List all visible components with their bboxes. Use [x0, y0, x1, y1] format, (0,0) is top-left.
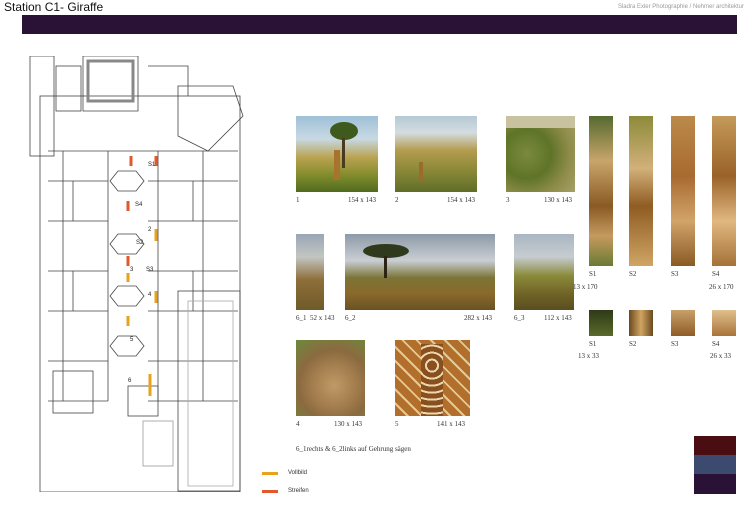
- strip-short-size-right: 26 x 33: [710, 352, 731, 360]
- marker-5: 5: [130, 337, 134, 343]
- size-6-2: 282 x 143: [464, 314, 492, 322]
- size-6-1: 52 x 143: [310, 314, 335, 322]
- caption-6-2: 6_2: [345, 314, 356, 322]
- caption-6-1: 6_1: [296, 314, 307, 322]
- photo-6-1: [296, 234, 324, 310]
- caption-5: 5: [395, 420, 399, 428]
- photo-6-3: [514, 234, 574, 310]
- strip-s2-short: [629, 310, 653, 336]
- strip-label-s4: S4: [712, 270, 720, 278]
- marker-s1: S1: [148, 162, 156, 168]
- photo-1: [296, 116, 378, 192]
- photo-credit: Sladra Exler Photographie / Nehmer archi…: [617, 4, 744, 10]
- legend-vollbild-label: Vollbild: [288, 470, 308, 476]
- size-2: 154 x 143: [447, 196, 475, 204]
- marker-3: 3: [130, 267, 134, 273]
- caption-4: 4: [296, 420, 300, 428]
- floor-plan-drawing: S1 S4 S2 S3 2 3 4 5 6: [29, 55, 244, 493]
- caption-6-3: 6_3: [514, 314, 525, 322]
- marker-s2: S2: [136, 240, 144, 246]
- caption-2: 2: [395, 196, 399, 204]
- strip-s3-tall: [671, 116, 695, 266]
- strip-label-s1-short: S1: [589, 340, 597, 348]
- marker-4: 4: [148, 292, 152, 298]
- strip-label-s4-short: S4: [712, 340, 720, 348]
- strip-s1-tall: [589, 116, 613, 266]
- swatch-slate-blue: [694, 455, 736, 475]
- strip-label-s3-short: S3: [671, 340, 679, 348]
- marker-6: 6: [128, 378, 132, 384]
- photo-3: [506, 116, 575, 192]
- strip-short-size-left: 13 x 33: [578, 352, 599, 360]
- marker-2: 2: [148, 227, 152, 233]
- legend-vollbild-line: [262, 472, 278, 475]
- photo-4: [296, 340, 365, 416]
- strip-s2-tall: [629, 116, 653, 266]
- strip-label-s3: S3: [671, 270, 679, 278]
- legend-streifen-line: [262, 490, 278, 493]
- size-3: 130 x 143: [544, 196, 572, 204]
- strip-label-s2-short: S2: [629, 340, 637, 348]
- strip-s3-short: [671, 310, 695, 336]
- photo-5: [395, 340, 470, 416]
- photo-6-2: [345, 234, 495, 310]
- size-5: 141 x 143: [437, 420, 465, 428]
- size-1: 154 x 143: [348, 196, 376, 204]
- legend-streifen-label: Streifen: [288, 488, 309, 494]
- size-6-3: 112 x 143: [544, 314, 572, 322]
- floor-plan: S1 S4 S2 S3 2 3 4 5 6: [28, 55, 250, 493]
- marker-s4: S4: [135, 202, 143, 208]
- header-bar: [22, 15, 737, 34]
- strip-tall-size-left: 13 x 170: [573, 283, 598, 291]
- swatch-dark-purple: [694, 474, 736, 494]
- marker-s3: S3: [146, 267, 154, 273]
- strip-tall-size-right: 26 x 170: [709, 283, 734, 291]
- caption-1: 1: [296, 196, 300, 204]
- miter-note: 6_1rechts & 6_2links auf Gehrung sägen: [296, 445, 411, 453]
- page-title: Station C1- Giraffe: [4, 0, 104, 14]
- strip-label-s2: S2: [629, 270, 637, 278]
- photo-2: [395, 116, 477, 192]
- strip-s1-short: [589, 310, 613, 336]
- strip-s4-tall: [712, 116, 736, 266]
- strip-s4-short: [712, 310, 736, 336]
- size-4: 130 x 143: [334, 420, 362, 428]
- strip-label-s1: S1: [589, 270, 597, 278]
- swatch-maroon: [694, 436, 736, 456]
- caption-3: 3: [506, 196, 510, 204]
